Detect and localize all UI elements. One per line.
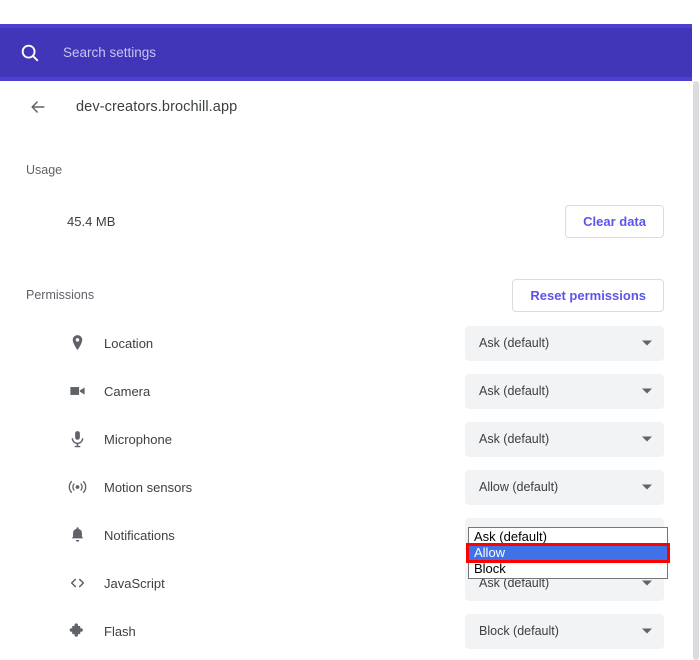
permission-select-motion-sensors[interactable]: Allow (default) [465,470,664,505]
permission-row-camera: Camera Ask (default) [0,367,686,415]
motion-sensor-icon [68,478,87,497]
usage-section-label: Usage [0,133,686,177]
clear-data-button[interactable]: Clear data [565,205,664,238]
permission-select-camera[interactable]: Ask (default) [465,374,664,409]
page-title: dev-creators.brochill.app [76,99,237,115]
select-value: Ask (default) [479,336,549,350]
notifications-dropdown-popup[interactable]: Ask (default) Allow Block [468,527,668,579]
select-value: Block (default) [479,624,559,638]
chevron-down-icon [642,629,652,634]
select-value: Allow (default) [479,480,558,494]
chevron-down-icon [642,581,652,586]
scrollbar-thumb[interactable] [693,81,699,660]
chevron-down-icon [642,389,652,394]
window-top-gap [0,0,700,24]
permission-row-location: Location Ask (default) [0,319,686,367]
permission-select-location[interactable]: Ask (default) [465,326,664,361]
permission-label: Notifications [104,528,465,543]
permission-label: Flash [104,624,465,639]
toolbar-right-gutter [692,24,700,81]
permission-row-microphone: Microphone Ask (default) [0,415,686,463]
permission-select-flash[interactable]: Block (default) [465,614,664,649]
chevron-down-icon [642,437,652,442]
select-value: Ask (default) [479,432,549,446]
chevron-down-icon [642,485,652,490]
select-value: Ask (default) [479,384,549,398]
puzzle-piece-icon [68,622,87,641]
chevron-down-icon [642,341,652,346]
permission-label: Camera [104,384,465,399]
code-brackets-icon [68,574,87,593]
permission-row-flash: Flash Block (default) [0,607,686,655]
dropdown-option-allow[interactable]: Allow [469,545,667,561]
permission-label: JavaScript [104,576,465,591]
permission-row-motion-sensors: Motion sensors Allow (default) [0,463,686,511]
permission-select-microphone[interactable]: Ask (default) [465,422,664,457]
usage-row: 45.4 MB Clear data [0,198,686,244]
video-camera-icon [68,382,87,401]
bell-icon [68,526,87,545]
page-header: dev-creators.brochill.app [0,81,686,133]
permissions-list: Location Ask (default) Camera Ask (defau… [0,319,686,655]
search-icon[interactable] [19,42,41,64]
permission-label: Location [104,336,465,351]
arrow-left-icon[interactable] [28,97,48,117]
permission-label: Motion sensors [104,480,465,495]
permissions-section-label: Permissions [26,288,94,302]
permission-label: Microphone [104,432,465,447]
settings-search-toolbar [0,24,692,81]
microphone-icon [68,430,87,449]
dropdown-option-block[interactable]: Block [469,561,667,577]
search-input[interactable] [63,45,463,60]
usage-size-value: 45.4 MB [67,214,115,229]
permissions-header: Permissions Reset permissions [0,277,686,313]
dropdown-option-ask[interactable]: Ask (default) [469,529,667,545]
location-pin-icon [68,334,87,353]
reset-permissions-button[interactable]: Reset permissions [512,279,664,312]
